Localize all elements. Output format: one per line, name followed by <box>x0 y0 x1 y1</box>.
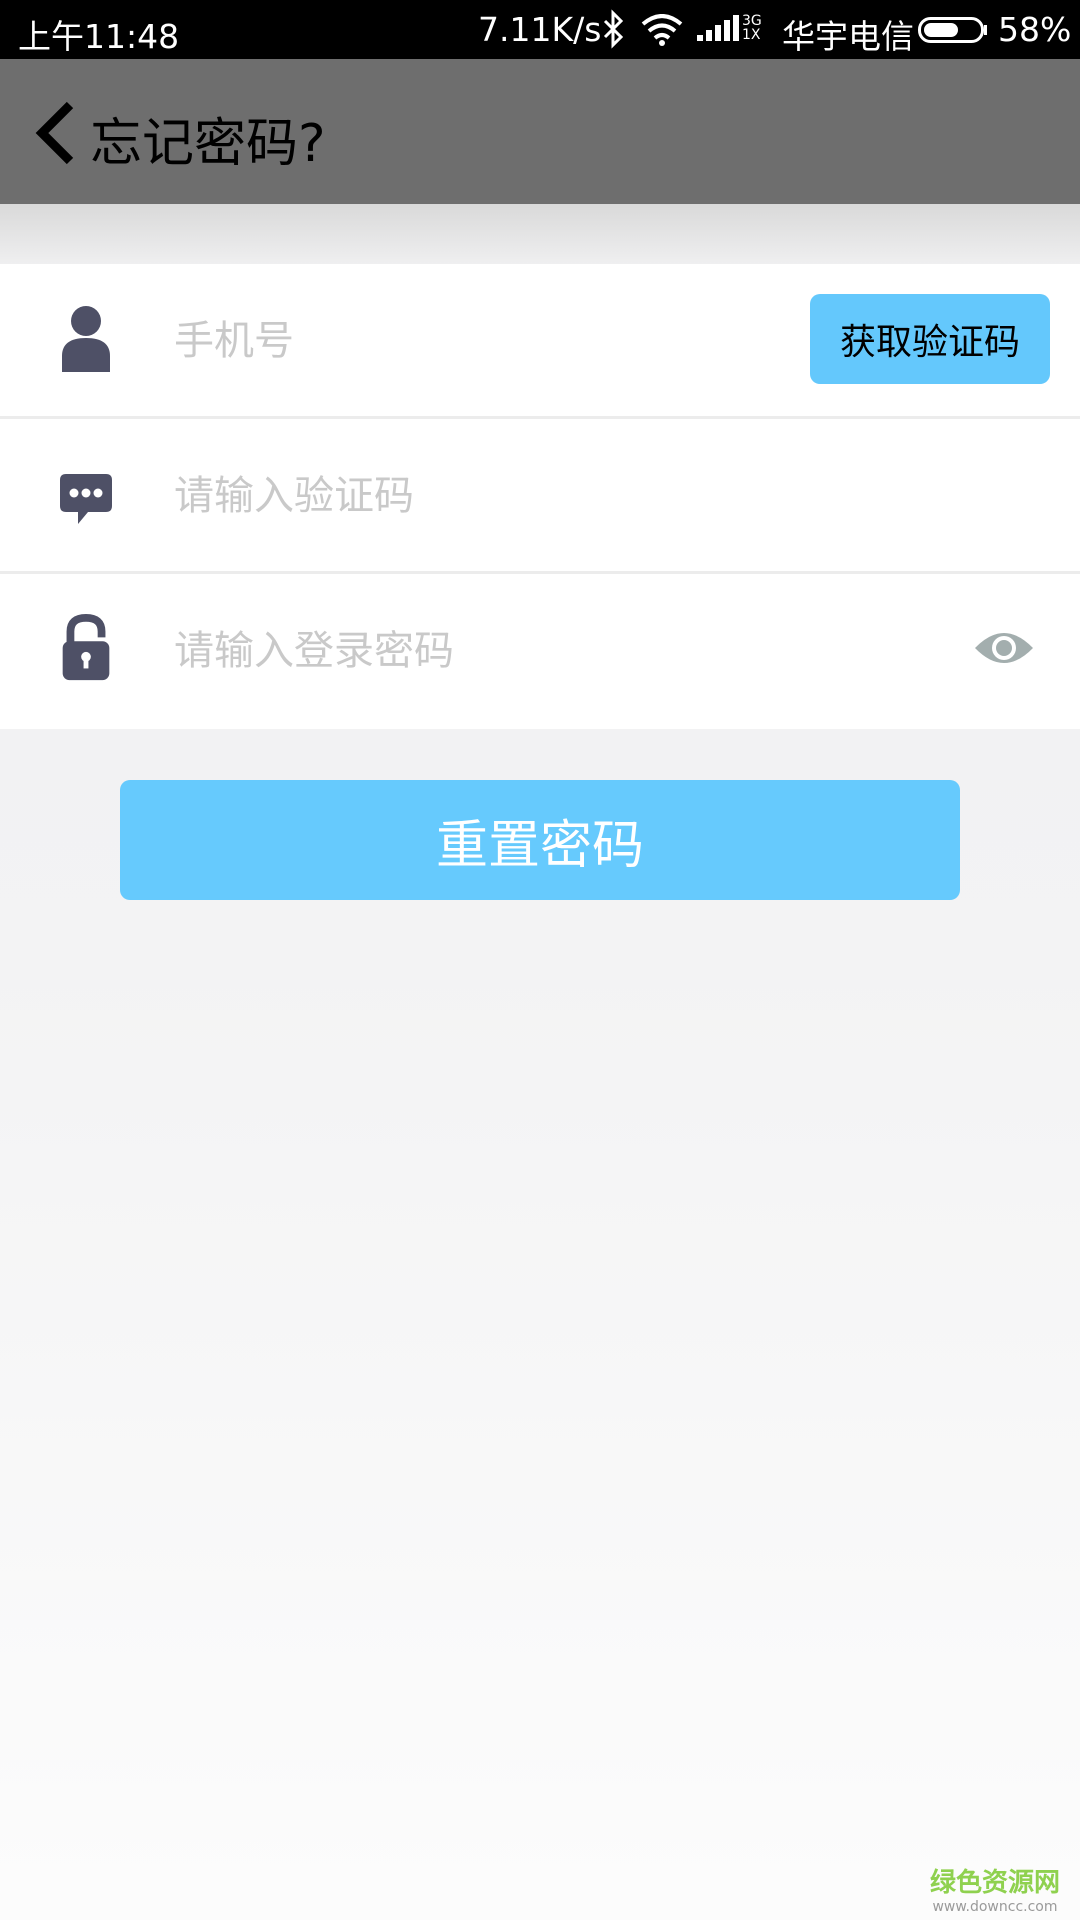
toolbar: 忘记密码? <box>0 59 1080 204</box>
get-code-button[interactable]: 获取验证码 <box>810 294 1050 384</box>
signal-icon <box>697 15 739 41</box>
status-net-speed: 7.11K/s <box>478 10 602 49</box>
phone-input[interactable] <box>172 302 796 380</box>
watermark-name: 绿色资源网 <box>929 1868 1060 1898</box>
reset-form: 获取验证码 <box>0 264 1080 729</box>
eye-icon[interactable] <box>973 626 1035 670</box>
status-bar: 上午11:48 7.11K/s 3G 1X 华宇电信 58% <box>0 0 1080 59</box>
toolbar-shadow <box>0 204 1080 264</box>
battery-icon <box>918 17 987 43</box>
wifi-icon <box>641 14 683 46</box>
page-title: 忘记密码? <box>90 114 326 174</box>
code-row <box>0 419 1080 574</box>
network-type-bottom: 1X <box>742 27 761 43</box>
user-icon <box>62 306 110 372</box>
lock-icon <box>62 614 110 681</box>
watermark: 绿色资源网 www.downcc.com <box>930 1862 1060 1915</box>
back-chevron-icon[interactable] <box>32 101 82 165</box>
verification-code-input[interactable] <box>172 457 796 535</box>
status-carrier: 华宇电信 <box>782 17 914 56</box>
reset-password-button[interactable]: 重置密码 <box>120 780 960 900</box>
battery-percent: 58% <box>998 10 1072 49</box>
watermark-url: www.downcc.com <box>932 1899 1058 1915</box>
password-row <box>0 574 1080 729</box>
network-type: 3G 1X <box>742 14 770 42</box>
phone-row: 获取验证码 <box>0 264 1080 419</box>
chat-bubble-icon <box>60 474 112 524</box>
password-input[interactable] <box>172 612 796 690</box>
bluetooth-icon <box>603 9 624 49</box>
status-time: 上午11:48 <box>18 17 180 56</box>
